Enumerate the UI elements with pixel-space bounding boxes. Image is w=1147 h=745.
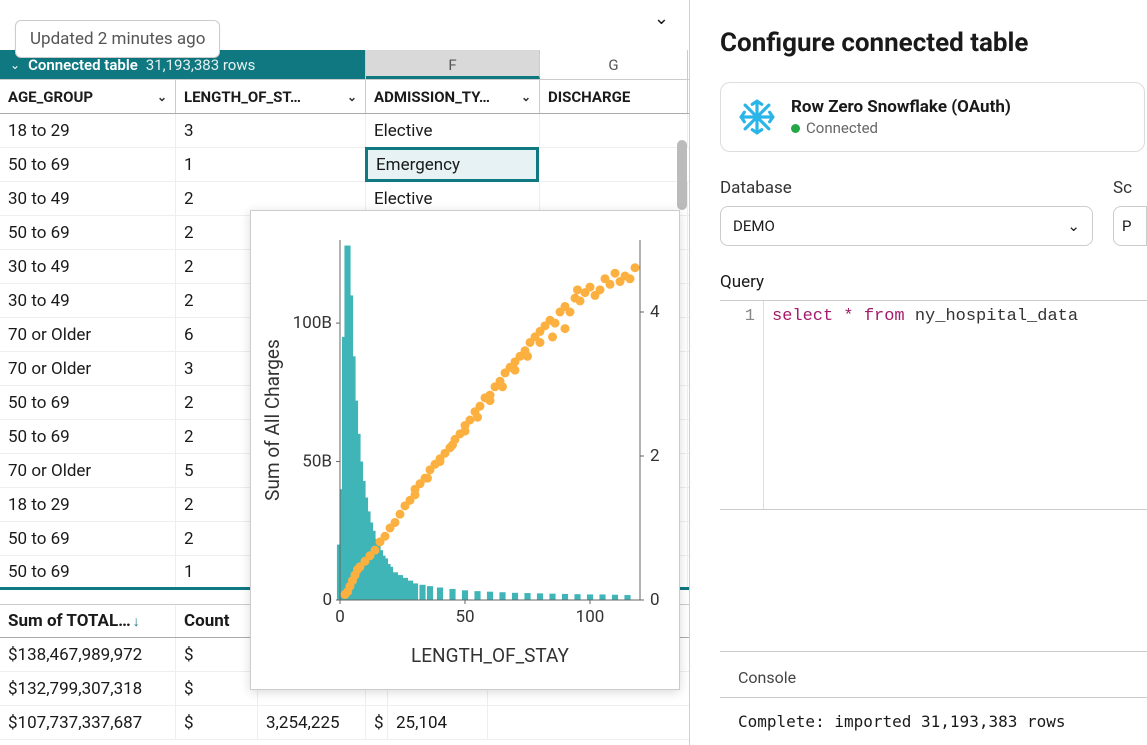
last-updated-tooltip: Updated 2 minutes ago xyxy=(15,20,220,58)
sql-code[interactable]: select * from ny_hospital_data xyxy=(764,301,1147,509)
chart: 0 50B 100B 0 2 4 0 50 100 LENGTH_OF_STAY Sum of Al… xyxy=(255,220,675,680)
chevron-down-icon: ⌄ xyxy=(1067,217,1080,235)
svg-text:100: 100 xyxy=(576,607,605,627)
table-cell[interactable]: 18 to 29 xyxy=(0,488,176,521)
chevron-down-icon: ⌄ xyxy=(10,58,20,72)
svg-text:0: 0 xyxy=(335,607,345,627)
svg-text:LENGTH_OF_STAY: LENGTH_OF_STAY xyxy=(411,644,570,667)
summary-cell[interactable]: $138,467,989,972 xyxy=(0,638,176,671)
database-select[interactable]: DEMO ⌄ xyxy=(720,206,1093,246)
column-header[interactable]: LENGTH_OF_ST…⌄ xyxy=(176,80,366,113)
line-gutter: 1 xyxy=(720,301,764,509)
summary-cell[interactable]: 25,104 xyxy=(388,706,488,739)
console: Console Complete: imported 31,193,383 ro… xyxy=(720,651,1147,745)
svg-text:50: 50 xyxy=(455,607,474,627)
banner-row-count: 31,193,383 rows xyxy=(146,56,256,74)
table-cell[interactable]: 30 to 49 xyxy=(0,284,176,317)
table-cell[interactable]: Emergency xyxy=(365,147,539,182)
status-dot-icon xyxy=(791,124,800,133)
console-output: Complete: imported 31,193,383 rows xyxy=(720,698,1147,745)
summary-cell[interactable]: 3,254,225 xyxy=(258,706,366,739)
table-cell[interactable]: 50 to 69 xyxy=(0,522,176,555)
summary-row[interactable]: $107,737,337,687$3,254,225$25,104 xyxy=(0,706,689,740)
column-header[interactable]: DISCHARGE xyxy=(540,80,688,113)
panel-title: Configure connected table xyxy=(720,28,1147,58)
chevron-down-icon: ⌄ xyxy=(157,90,167,104)
console-title: Console xyxy=(720,652,1147,698)
connection-status: Connected xyxy=(791,119,1011,137)
summary-cell[interactable]: $ xyxy=(176,638,258,671)
table-cell[interactable]: 1 xyxy=(176,148,366,181)
svg-text:Sum of All Charges: Sum of All Charges xyxy=(261,339,284,501)
table-cell[interactable]: 18 to 29 xyxy=(0,114,176,147)
configure-panel: Configure connected table Row Zero Snowf… xyxy=(690,0,1147,745)
status-text: Connected xyxy=(806,119,878,137)
query-label: Query xyxy=(720,272,1147,292)
banner-title: Connected table xyxy=(28,56,138,74)
summary-cell[interactable]: $ xyxy=(176,672,258,705)
connection-name: Row Zero Snowflake (OAuth) xyxy=(791,97,1011,117)
table-cell[interactable]: 3 xyxy=(176,114,366,147)
snowflake-icon xyxy=(737,97,777,137)
svg-text:50B: 50B xyxy=(302,452,332,472)
table-cell[interactable]: 30 to 49 xyxy=(0,182,176,215)
summary-header-cell[interactable]: Count xyxy=(176,605,258,637)
table-cell[interactable]: 50 to 69 xyxy=(0,216,176,249)
chevron-down-icon: ⌄ xyxy=(347,90,357,104)
sql-editor[interactable]: 1 select * from ny_hospital_data xyxy=(720,300,1147,510)
summary-cell[interactable]: $ xyxy=(366,706,388,739)
schema-label: Sc xyxy=(1113,178,1147,198)
scrollbar-thumb[interactable] xyxy=(677,140,687,210)
summary-cell[interactable]: $ xyxy=(176,706,258,739)
column-headers: AGE_GROUP⌄LENGTH_OF_ST…⌄ADMISSION_TY…⌄DI… xyxy=(0,80,689,114)
column-header[interactable]: AGE_GROUP⌄ xyxy=(0,80,176,113)
table-cell[interactable]: 50 to 69 xyxy=(0,420,176,453)
table-cell[interactable]: 70 or Older xyxy=(0,454,176,487)
summary-cell[interactable]: $132,799,307,318 xyxy=(0,672,176,705)
svg-text:4: 4 xyxy=(650,302,660,322)
column-letter[interactable]: G xyxy=(540,50,688,79)
svg-text:0: 0 xyxy=(650,590,660,610)
spreadsheet-panel: Updated 2 minutes ago ⌄ ⌄ Connected tabl… xyxy=(0,0,690,745)
table-cell[interactable] xyxy=(540,114,688,147)
chevron-down-icon[interactable]: ⌄ xyxy=(654,8,669,29)
database-value: DEMO xyxy=(733,217,775,235)
schema-select[interactable]: P xyxy=(1113,206,1147,246)
table-cell[interactable]: 50 to 69 xyxy=(0,556,176,587)
table-cell[interactable]: 70 or Older xyxy=(0,352,176,385)
chart-overlay[interactable]: 0 50B 100B 0 2 4 0 50 100 LENGTH_OF_STAY Sum of Al… xyxy=(250,210,680,690)
table-row[interactable]: 50 to 691Emergency xyxy=(0,148,689,182)
table-cell[interactable] xyxy=(538,148,686,181)
table-cell[interactable]: 50 to 69 xyxy=(0,148,176,181)
summary-cell[interactable]: $107,737,337,687 xyxy=(0,706,176,739)
svg-text:2: 2 xyxy=(650,446,660,466)
sort-desc-icon: ↓ xyxy=(133,613,140,630)
chevron-down-icon: ⌄ xyxy=(521,90,531,104)
table-cell[interactable]: 30 to 49 xyxy=(0,250,176,283)
column-header[interactable]: ADMISSION_TY…⌄ xyxy=(366,80,540,113)
table-cell[interactable]: Elective xyxy=(366,114,540,147)
svg-text:100B: 100B xyxy=(293,313,332,333)
table-cell[interactable]: 50 to 69 xyxy=(0,386,176,419)
database-label: Database xyxy=(720,178,1093,198)
summary-header-cell[interactable]: Sum of TOTAL…↓ xyxy=(0,605,176,637)
table-cell[interactable]: 70 or Older xyxy=(0,318,176,351)
column-letter[interactable]: F xyxy=(366,50,540,79)
table-row[interactable]: 18 to 293Elective xyxy=(0,114,689,148)
connection-card[interactable]: Row Zero Snowflake (OAuth) Connected xyxy=(720,82,1145,152)
schema-value: P xyxy=(1122,217,1131,235)
svg-text:0: 0 xyxy=(322,590,332,610)
